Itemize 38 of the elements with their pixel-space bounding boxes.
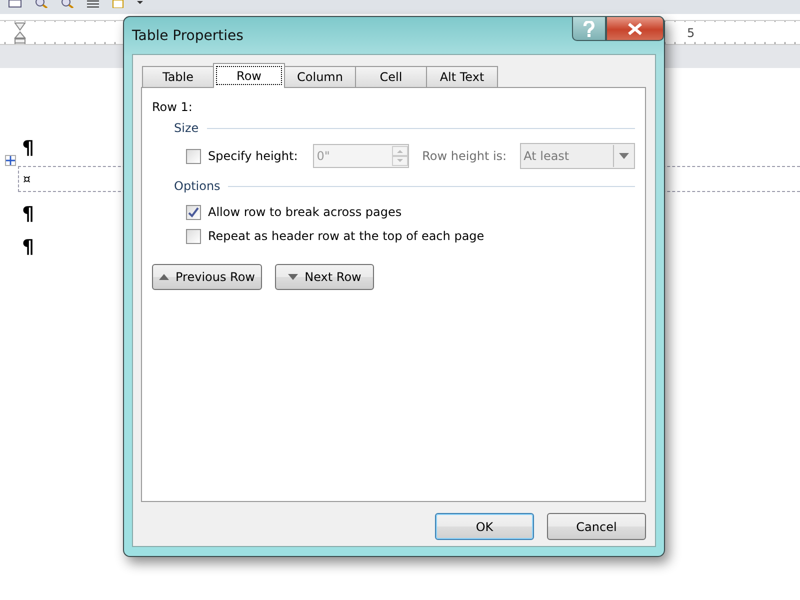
paragraph-mark: ¶ [22,237,34,260]
paragraph-mark: ¶ [22,138,34,161]
up-triangle-icon [159,274,169,280]
checkbox-label: Allow row to break across pages [208,205,402,219]
tab[interactable]: Cell [355,66,427,87]
down-triangle-icon [288,274,298,280]
page-icon[interactable] [8,0,22,8]
tab[interactable]: Table [142,66,214,87]
ok-button[interactable]: OK [435,513,534,540]
question-mark-icon [583,20,595,36]
checkbox[interactable] [186,204,201,220]
previous-row-button[interactable]: Previous Row [152,264,262,290]
cancel-button[interactable]: Cancel [547,513,646,540]
field-label: Row height is: [422,149,507,163]
close-button[interactable] [606,16,664,41]
help-button[interactable] [572,16,606,41]
window-title: Table Properties [132,28,244,44]
tab[interactable]: Row [213,63,285,88]
ruler-number: 5 [687,26,695,40]
checkbox-label: Specify height: [208,149,298,163]
group-title: Size [174,121,199,135]
caret-icon [619,153,629,159]
caret-icon[interactable] [136,0,144,5]
section-heading: Row 1: [152,100,194,114]
next-row-button[interactable]: Next Row [275,264,374,290]
group-title: Options [174,179,220,193]
checkbox[interactable] [186,228,201,244]
end-of-cell-mark: ¤ [23,172,31,186]
close-icon [627,22,643,34]
checkbox-label: Repeat as header row at the top of each page [208,229,484,243]
zoom-icon[interactable] [34,0,48,8]
tab[interactable]: Alt Text [426,66,498,87]
zoom-icon[interactable] [60,0,74,8]
indent-marker-icon[interactable] [14,22,26,44]
table-move-handle[interactable] [5,155,16,166]
align-icon[interactable] [86,0,100,8]
paragraph-mark: ¶ [22,204,34,227]
tab[interactable]: Column [284,66,356,87]
